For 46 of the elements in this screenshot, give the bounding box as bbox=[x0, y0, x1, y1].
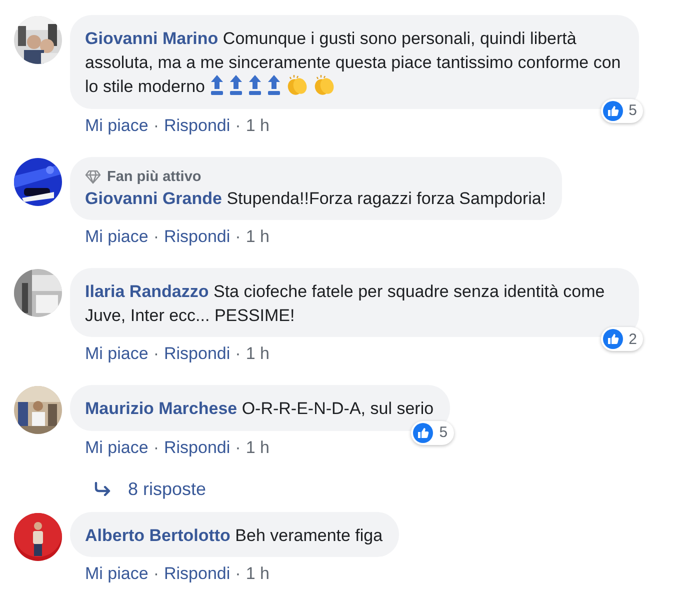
comment-text: Giovanni Grande Stupenda!!Forza ragazzi forza Sampdoria! bbox=[85, 188, 546, 210]
timestamp: 1 h bbox=[246, 226, 270, 248]
separator-dot: · bbox=[235, 563, 241, 585]
comment-text: Alberto Bertolotto Beh veramente figa bbox=[85, 524, 383, 546]
separator-dot: · bbox=[235, 436, 241, 458]
comment-text: Maurizio Marchese O-R-R-E-N-D-A, sul serio bbox=[85, 398, 434, 420]
action-link[interactable]: Mi piace bbox=[85, 226, 148, 248]
reaction-count: 5 bbox=[411, 420, 454, 444]
timestamp: 1 h bbox=[246, 563, 270, 585]
action-link[interactable]: Rispondi bbox=[164, 343, 230, 365]
reply-arrow-icon bbox=[94, 482, 112, 496]
action-link[interactable]: Mi piace bbox=[85, 563, 148, 585]
separator-dot: · bbox=[235, 114, 241, 136]
top-arrow-icon bbox=[266, 74, 281, 96]
action-link[interactable]: Rispondi bbox=[164, 436, 230, 458]
separator-dot: · bbox=[235, 343, 241, 365]
like-icon bbox=[602, 100, 623, 120]
like-icon bbox=[413, 422, 434, 442]
diamond-icon bbox=[85, 170, 101, 184]
timestamp: 1 h bbox=[246, 436, 270, 458]
top-arrow-icon bbox=[248, 74, 262, 96]
clapping-hands-icon bbox=[286, 74, 308, 96]
comment-text: Ilaria Randazzo Sta ciofeche fatele per squadre senza identità come Juve, Inter ecc... PESSIME! bbox=[85, 281, 606, 326]
reaction-count: 5 bbox=[600, 98, 643, 122]
like-icon bbox=[602, 329, 623, 349]
separator-dot: · bbox=[153, 226, 159, 248]
action-link[interactable]: Rispondi bbox=[164, 114, 230, 136]
separator-dot: · bbox=[153, 343, 159, 365]
clapping-hands-icon bbox=[312, 74, 335, 96]
top-arrow-icon bbox=[228, 74, 243, 96]
replies-link[interactable]: 8 risposte bbox=[94, 478, 206, 500]
action-link[interactable]: Mi piace bbox=[85, 114, 148, 136]
action-link[interactable]: Rispondi bbox=[164, 563, 230, 585]
separator-dot: · bbox=[235, 226, 241, 248]
comment-text: Giovanni Marino Comunque i gusti sono personali, quindi libertà assoluta, ma a me sinceramente questa piace tantissimo conforme con lo stile moderno bbox=[85, 28, 622, 98]
action-link[interactable]: Mi piace bbox=[85, 436, 148, 458]
separator-dot: · bbox=[153, 563, 159, 585]
reaction-count: 2 bbox=[600, 327, 643, 351]
action-link[interactable]: Rispondi bbox=[164, 226, 230, 248]
separator-dot: · bbox=[153, 114, 159, 136]
badge-label: Fan più attivo bbox=[107, 168, 202, 184]
action-link[interactable]: Mi piace bbox=[85, 343, 148, 365]
separator-dot: · bbox=[153, 436, 159, 458]
timestamp: 1 h bbox=[246, 114, 270, 136]
top-arrow-icon bbox=[210, 74, 224, 96]
timestamp: 1 h bbox=[246, 343, 270, 365]
